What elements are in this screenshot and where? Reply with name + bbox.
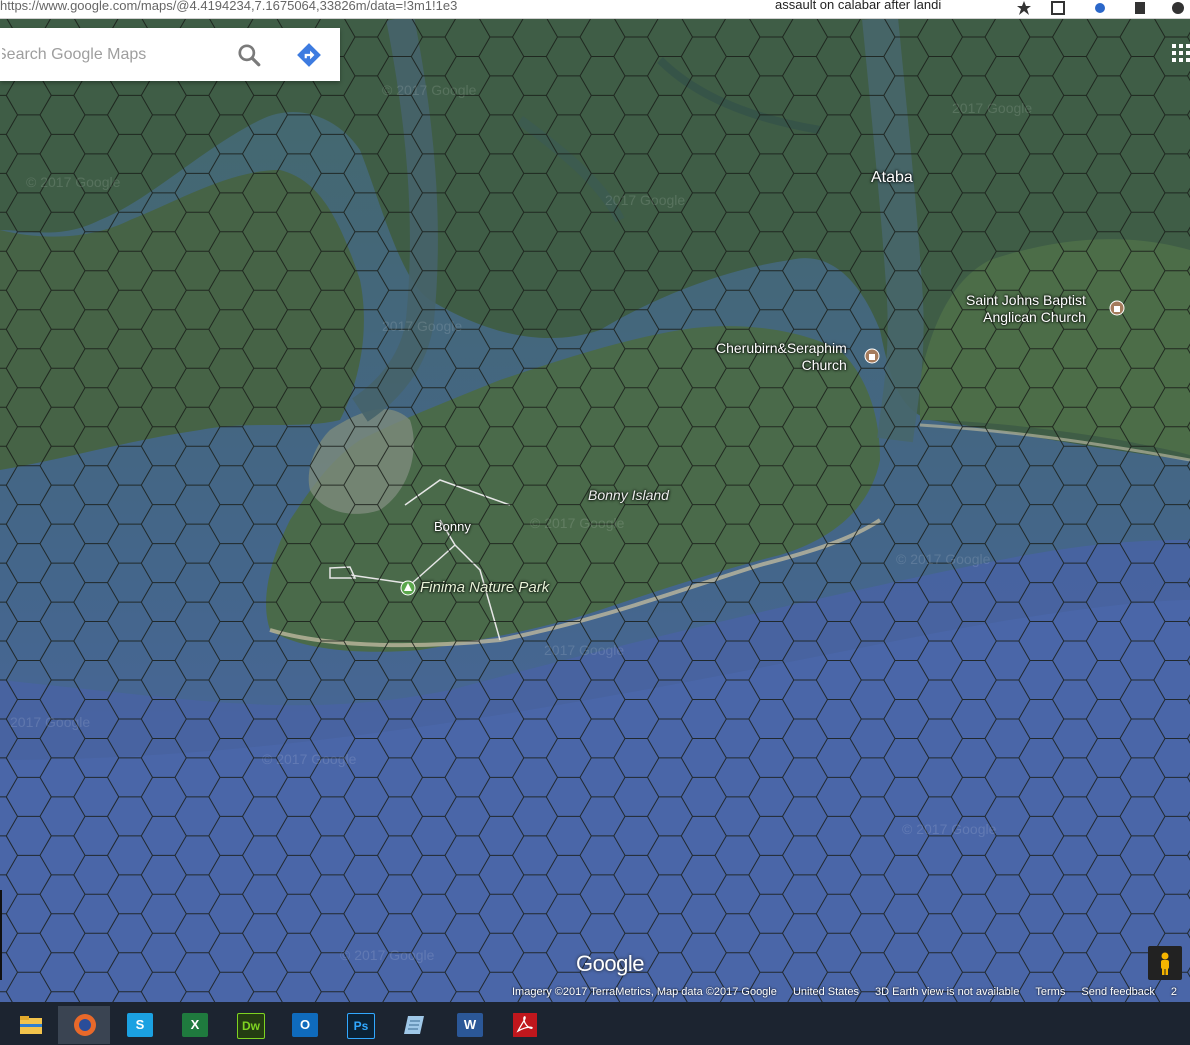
directions-icon[interactable] bbox=[296, 42, 322, 68]
reading-list-icon[interactable] bbox=[1050, 0, 1066, 16]
place-label-ataba[interactable]: Ataba bbox=[871, 169, 913, 187]
3d-view-note: 3D Earth view is not available bbox=[875, 986, 1020, 998]
extension-icon[interactable] bbox=[1132, 0, 1148, 16]
watermark: © 2017 Google bbox=[896, 551, 991, 567]
send-feedback-link[interactable]: Send feedback bbox=[1081, 986, 1154, 998]
poi-label-cherubim-church[interactable]: Cherubirn&Seraphim Church bbox=[716, 340, 847, 374]
photoshop-icon: Ps bbox=[347, 1013, 375, 1039]
download-icon[interactable] bbox=[1092, 0, 1108, 16]
poi-label-line: Cherubirn&Seraphim bbox=[716, 340, 847, 356]
bookmark-star-icon[interactable] bbox=[1016, 0, 1032, 16]
poi-label-line: Church bbox=[801, 357, 847, 373]
watermark: © 2017 Google bbox=[530, 515, 625, 531]
word-icon: W bbox=[457, 1013, 483, 1037]
map-attribution: Imagery ©2017 TerraMetrics, Map data ©20… bbox=[506, 986, 1184, 1002]
taskbar-notepad[interactable] bbox=[388, 1006, 440, 1044]
menu-icon[interactable] bbox=[1170, 0, 1186, 16]
google-logo: Google bbox=[576, 951, 644, 976]
map-edge-marker bbox=[0, 890, 2, 980]
search-input[interactable] bbox=[0, 40, 219, 70]
watermark: © 2017 Google bbox=[340, 947, 435, 963]
watermark: 2017 Google bbox=[952, 100, 1033, 116]
pegman-button[interactable] bbox=[1148, 946, 1182, 980]
imagery-credit: Imagery ©2017 TerraMetrics, Map data ©20… bbox=[512, 986, 777, 998]
church-pin-icon[interactable] bbox=[864, 348, 880, 364]
firefox-icon bbox=[74, 1014, 96, 1036]
terms-link[interactable]: Terms bbox=[1035, 986, 1065, 998]
taskbar-acrobat[interactable] bbox=[498, 1006, 550, 1044]
skype-icon: S bbox=[127, 1013, 153, 1037]
park-pin-icon[interactable] bbox=[400, 580, 416, 596]
place-label-bonny-island[interactable]: Bonny Island bbox=[588, 487, 669, 503]
poi-label-saint-johns-church[interactable]: Saint Johns Baptist Anglican Church bbox=[966, 292, 1086, 326]
search-tab-title[interactable]: assault on calabar after landi bbox=[775, 0, 941, 12]
place-label-bonny[interactable]: Bonny bbox=[434, 519, 471, 534]
church-pin-icon[interactable] bbox=[1109, 300, 1125, 316]
poi-label-finima-nature-park[interactable]: Finima Nature Park bbox=[420, 579, 549, 596]
watermark: 2017 Google bbox=[544, 642, 625, 658]
notepad-icon bbox=[404, 1016, 424, 1034]
taskbar-file-explorer[interactable] bbox=[4, 1006, 56, 1044]
poi-label-line: Anglican Church bbox=[983, 309, 1086, 325]
satellite-map[interactable]: © 2017 Google © 2017 Google 2017 Google … bbox=[0, 18, 1190, 1002]
address-bar[interactable]: https://www.google.com/maps/@4.4194234,7… bbox=[0, 0, 457, 13]
windows-taskbar: S X Dw O Ps W bbox=[0, 1002, 1190, 1045]
taskbar-excel[interactable]: X bbox=[168, 1006, 220, 1044]
watermark: 2017 Google bbox=[10, 714, 91, 730]
apps-grid-icon[interactable] bbox=[1172, 44, 1190, 62]
country-link[interactable]: United States bbox=[793, 986, 859, 998]
watermark: © 2017 Google bbox=[262, 751, 357, 767]
taskbar-firefox[interactable] bbox=[58, 1006, 110, 1044]
taskbar-outlook[interactable]: O bbox=[278, 1006, 330, 1044]
file-explorer-icon bbox=[20, 1016, 42, 1034]
dreamweaver-icon: Dw bbox=[237, 1013, 265, 1039]
search-icon[interactable] bbox=[236, 42, 262, 68]
scale-label[interactable]: 2 bbox=[1171, 986, 1177, 998]
acrobat-icon bbox=[513, 1013, 537, 1037]
excel-icon: X bbox=[182, 1013, 208, 1037]
outlook-icon: O bbox=[292, 1013, 318, 1037]
taskbar-dreamweaver[interactable]: Dw bbox=[223, 1006, 275, 1044]
search-box bbox=[0, 28, 340, 81]
watermark: © 2017 Google bbox=[26, 174, 121, 190]
taskbar-skype[interactable]: S bbox=[113, 1006, 165, 1044]
pegman-icon bbox=[1161, 952, 1169, 975]
watermark: © 2017 Google bbox=[382, 82, 477, 98]
watermark: 2017 Google bbox=[382, 318, 463, 334]
watermark: © 2017 Google bbox=[902, 821, 997, 837]
poi-label-line: Saint Johns Baptist bbox=[966, 292, 1086, 308]
watermark: 2017 Google bbox=[605, 192, 686, 208]
taskbar-photoshop[interactable]: Ps bbox=[333, 1006, 385, 1044]
browser-chrome: https://www.google.com/maps/@4.4194234,7… bbox=[0, 0, 1190, 19]
taskbar-word[interactable]: W bbox=[443, 1006, 495, 1044]
map-imagery[interactable] bbox=[0, 18, 1190, 1002]
